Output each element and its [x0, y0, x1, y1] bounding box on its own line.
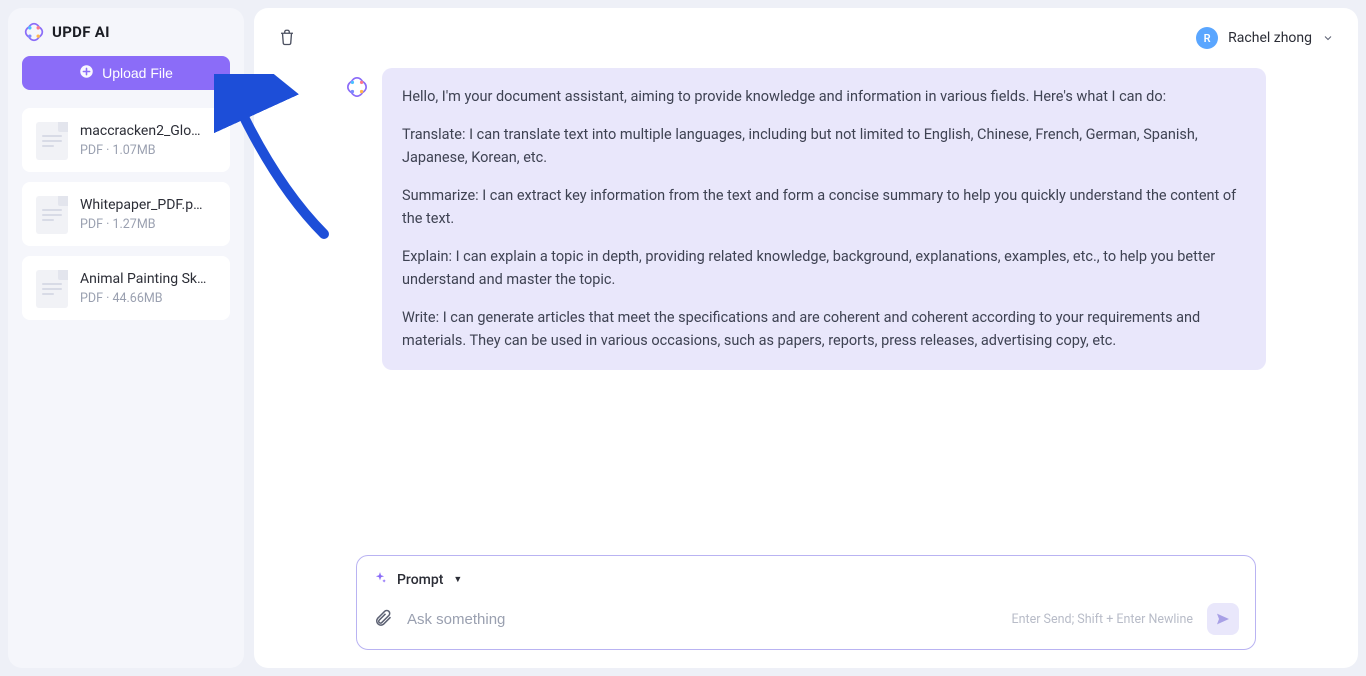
- composer: Prompt ▼ Enter Send; Shift + Enter Newli…: [356, 555, 1256, 650]
- assistant-message: Hello, I'm your document assistant, aimi…: [346, 68, 1266, 370]
- prompt-selector[interactable]: Prompt ▼: [373, 570, 1239, 589]
- user-name: Rachel zhong: [1228, 30, 1312, 46]
- upload-file-label: Upload File: [102, 65, 173, 81]
- file-meta: PDF · 1.27MB: [80, 217, 202, 232]
- sidebar: UPDF AI Upload File maccracken2_Glo… PDF…: [8, 8, 244, 668]
- message-input[interactable]: [407, 611, 998, 628]
- file-name: maccracken2_Glo…: [80, 123, 201, 139]
- sparkle-icon: [373, 570, 387, 589]
- topbar: R Rachel zhong: [278, 22, 1334, 54]
- document-icon: [34, 120, 68, 160]
- user-menu[interactable]: R Rachel zhong: [1196, 27, 1334, 49]
- caret-down-icon: ▼: [453, 574, 462, 585]
- upload-file-button[interactable]: Upload File: [22, 56, 230, 90]
- app-title: UPDF AI: [52, 23, 110, 41]
- document-icon: [34, 194, 68, 234]
- avatar: R: [1196, 27, 1218, 49]
- paperclip-icon: [373, 608, 393, 628]
- message-paragraph: Hello, I'm your document assistant, aimi…: [402, 86, 1246, 108]
- message-paragraph: Summarize: I can extract key information…: [402, 185, 1246, 230]
- chevron-down-icon: [1322, 29, 1334, 48]
- conversation-thread: Hello, I'm your document assistant, aimi…: [278, 68, 1334, 555]
- file-item[interactable]: maccracken2_Glo… PDF · 1.07MB: [22, 108, 230, 172]
- message-paragraph: Explain: I can explain a topic in depth,…: [402, 246, 1246, 291]
- file-item[interactable]: Whitepaper_PDF.p… PDF · 1.27MB: [22, 182, 230, 246]
- attach-button[interactable]: [373, 608, 393, 631]
- send-icon: [1215, 611, 1231, 627]
- file-name: Whitepaper_PDF.p…: [80, 197, 202, 213]
- prompt-label: Prompt: [397, 572, 443, 588]
- file-list: maccracken2_Glo… PDF · 1.07MB Whitepaper…: [22, 108, 230, 320]
- trash-icon: [278, 28, 296, 46]
- main-panel: R Rachel zhong: [254, 8, 1358, 668]
- document-icon: [34, 268, 68, 308]
- file-item[interactable]: Animal Painting Sk… PDF · 44.66MB: [22, 256, 230, 320]
- upload-icon: [79, 64, 94, 82]
- file-meta: PDF · 44.66MB: [80, 291, 206, 306]
- message-paragraph: Translate: I can translate text into mul…: [402, 124, 1246, 169]
- app-logo-icon: [24, 22, 44, 42]
- assistant-avatar-icon: [346, 76, 368, 100]
- delete-button[interactable]: [278, 28, 296, 49]
- brand: UPDF AI: [22, 22, 230, 42]
- send-button[interactable]: [1207, 603, 1239, 635]
- file-name: Animal Painting Sk…: [80, 271, 206, 287]
- message-paragraph: Write: I can generate articles that meet…: [402, 307, 1246, 352]
- assistant-message-bubble: Hello, I'm your document assistant, aimi…: [382, 68, 1266, 370]
- file-meta: PDF · 1.07MB: [80, 143, 201, 158]
- input-hint: Enter Send; Shift + Enter Newline: [1012, 612, 1194, 627]
